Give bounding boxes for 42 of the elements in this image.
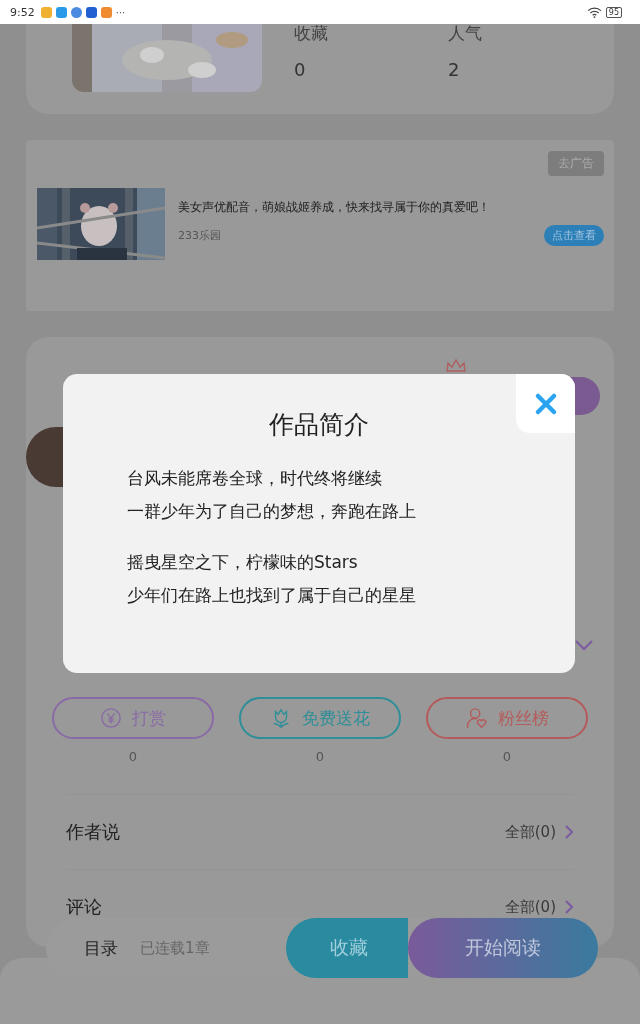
stat-value: 0 bbox=[294, 59, 307, 80]
view-all-link[interactable]: 全部(0) bbox=[504, 897, 556, 917]
intro-text: 摇曳星空之下，柠檬味的Stars bbox=[127, 551, 359, 574]
stat-value: 2 bbox=[448, 59, 461, 80]
intro-text: 少年们在路上也找到了属于自己的星星 bbox=[127, 584, 416, 607]
app-icon bbox=[40, 6, 52, 18]
close-icon bbox=[533, 391, 558, 416]
intro-text: 一群少年为了自己的梦想，奔跑在路上 bbox=[127, 500, 416, 523]
avatar bbox=[26, 427, 66, 487]
status-time: 9:52 bbox=[10, 5, 35, 19]
view-all-link[interactable]: 全部(0) bbox=[504, 822, 556, 842]
reward-count: 0 bbox=[502, 749, 512, 764]
reward-button[interactable]: 粉丝榜 bbox=[426, 697, 588, 739]
user-heart-icon bbox=[465, 707, 488, 729]
section-title: 评论 bbox=[66, 895, 103, 919]
favorite-button[interactable]: 收藏 bbox=[286, 918, 408, 978]
battery-indicator: 95 bbox=[605, 6, 622, 18]
ad-source: 233乐园 bbox=[178, 228, 221, 243]
chevron-right-icon[interactable] bbox=[564, 899, 574, 915]
reward-button[interactable]: 免费送花 bbox=[239, 697, 401, 739]
app-icon bbox=[70, 6, 82, 18]
more-notifications: ··· bbox=[115, 6, 126, 18]
app-icon bbox=[100, 6, 112, 18]
stat-label: 收藏 bbox=[294, 22, 328, 45]
view-button[interactable]: 点击查看 bbox=[544, 225, 604, 246]
start-reading-button[interactable]: 开始阅读 bbox=[408, 918, 598, 978]
reward-count: 0 bbox=[315, 749, 325, 764]
wifi-icon bbox=[586, 6, 602, 18]
close-button[interactable] bbox=[516, 374, 575, 433]
chevron-down-icon[interactable] bbox=[574, 639, 594, 651]
catalog-link[interactable]: 目录 bbox=[84, 936, 118, 960]
reward-count: 0 bbox=[128, 749, 138, 764]
section-title: 作者说 bbox=[66, 820, 121, 844]
intro-text: 台风未能席卷全球，时代终将继续 bbox=[127, 467, 383, 490]
crown-icon bbox=[445, 357, 467, 373]
stat-label: 人气 bbox=[448, 22, 482, 45]
chevron-right-icon[interactable] bbox=[564, 824, 574, 840]
app-icon bbox=[85, 6, 97, 18]
app-icon bbox=[55, 6, 67, 18]
dialog-title: 作品简介 bbox=[269, 409, 369, 441]
ad-headline: 美女声优配音，萌娘战姬养成，快来找寻属于你的真爱吧！ bbox=[178, 200, 491, 215]
coin-icon bbox=[100, 707, 122, 729]
